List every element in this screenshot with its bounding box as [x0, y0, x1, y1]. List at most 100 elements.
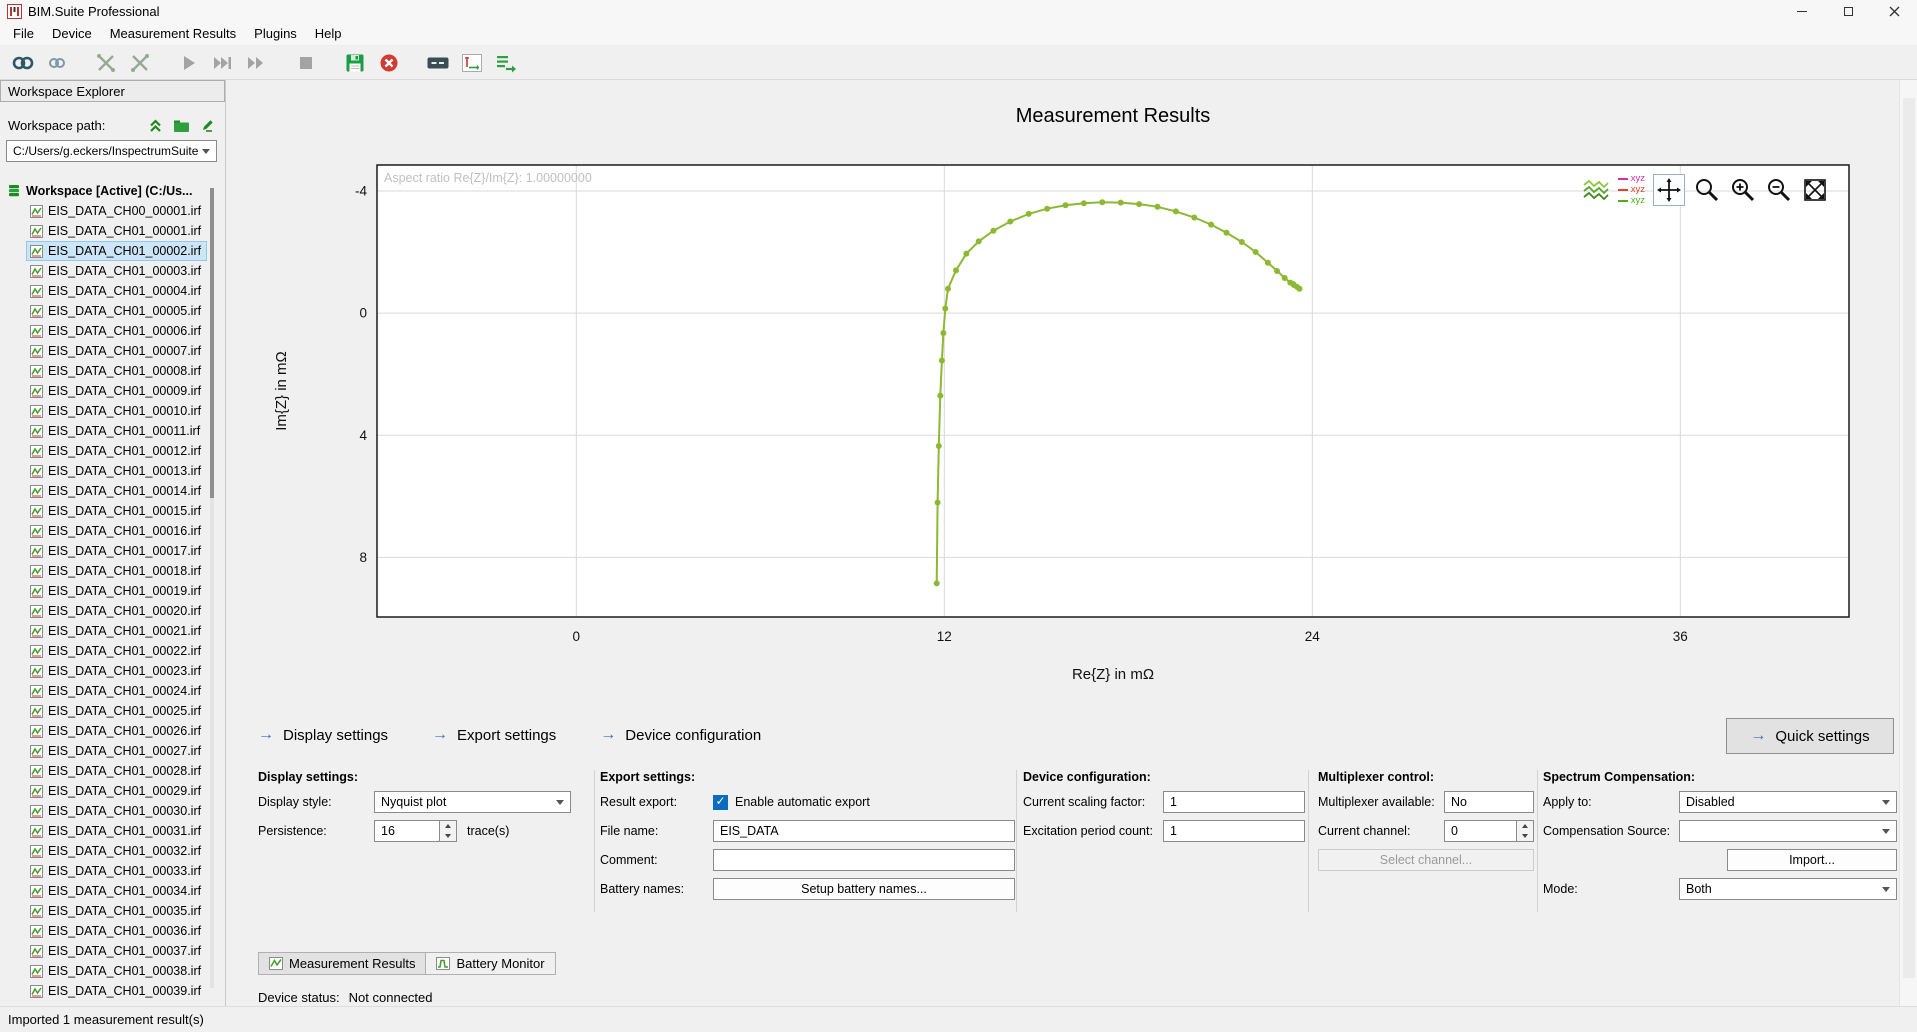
tree-item-result-file[interactable]: EIS_DATA_CH01_00029.irf	[26, 781, 207, 801]
tree-item-result-file[interactable]: EIS_DATA_CH01_00035.irf	[26, 901, 207, 921]
persistence-stepper[interactable]: 16	[374, 820, 457, 842]
tree-item-result-file[interactable]: EIS_DATA_CH01_00012.irf	[26, 441, 207, 461]
tree-item-result-file[interactable]: EIS_DATA_CH01_00010.irf	[26, 401, 207, 421]
minimize-button[interactable]	[1779, 0, 1825, 22]
tree-item-result-file[interactable]: EIS_DATA_CH01_00011.irf	[26, 421, 207, 441]
spin-up-icon[interactable]	[1517, 821, 1533, 831]
workspace-open-folder-icon[interactable]	[173, 119, 190, 133]
tree-item-result-file[interactable]: EIS_DATA_CH01_00030.irf	[26, 801, 207, 821]
tree-item-result-file[interactable]: EIS_DATA_CH01_00034.irf	[26, 881, 207, 901]
menu-item[interactable]: File	[4, 23, 43, 44]
tree-item-result-file[interactable]: EIS_DATA_CH01_00015.irf	[26, 501, 207, 521]
automatic-export-checkbox[interactable]	[713, 795, 728, 810]
menu-item[interactable]: Device	[43, 23, 101, 44]
device-connect-button[interactable]	[8, 48, 37, 77]
workspace-path-select[interactable]: C:/Users/g.eckers/InspectrumSuite	[6, 140, 217, 162]
pan-button[interactable]	[1653, 174, 1685, 206]
tree-item-result-file[interactable]: EIS_DATA_CH01_00001.irf	[26, 221, 207, 241]
workspace-edit-icon[interactable]	[200, 118, 215, 133]
tree-item-result-file[interactable]: EIS_DATA_CH01_00002.irf	[26, 241, 207, 261]
sidebar-scrollbar-thumb[interactable]	[210, 188, 214, 498]
file-name-input[interactable]: EIS_DATA	[713, 820, 1015, 842]
select-channel-button[interactable]: Select channel...	[1318, 849, 1534, 871]
traces-icon[interactable]	[1582, 178, 1610, 202]
display-style-select[interactable]: Nyquist plot	[374, 791, 571, 813]
tree-item-result-file[interactable]: EIS_DATA_CH01_00037.irf	[26, 941, 207, 961]
tree-item-result-file[interactable]: EIS_DATA_CH01_00038.irf	[26, 961, 207, 981]
settings-link[interactable]: → Export settings	[432, 726, 556, 744]
current-channel-stepper[interactable]: 0	[1444, 820, 1534, 842]
excitation-period-count-input[interactable]: 1	[1163, 820, 1305, 842]
export-data-button[interactable]	[491, 48, 520, 77]
tree-item-result-file[interactable]: EIS_DATA_CH01_00013.irf	[26, 461, 207, 481]
menu-item[interactable]: Measurement Results	[101, 23, 245, 44]
zoom-out-button[interactable]	[1765, 176, 1793, 204]
setup-battery-names-button[interactable]: Setup battery names...	[713, 878, 1015, 900]
zoom-in-button[interactable]	[1729, 176, 1757, 204]
tree-item-result-file[interactable]: EIS_DATA_CH01_00039.irf	[26, 981, 207, 1001]
tree-item-result-file[interactable]: EIS_DATA_CH01_00023.irf	[26, 661, 207, 681]
measurement-disconnect-button[interactable]	[125, 48, 154, 77]
tree-item-result-file[interactable]: EIS_DATA_CH01_00007.irf	[26, 341, 207, 361]
tree-item-result-file[interactable]: EIS_DATA_CH01_00003.irf	[26, 261, 207, 281]
comment-input[interactable]	[713, 849, 1015, 871]
tree-item-result-file[interactable]: EIS_DATA_CH01_00019.irf	[26, 581, 207, 601]
tree-item-result-file[interactable]: EIS_DATA_CH01_00020.irf	[26, 601, 207, 621]
workspace-up-icon[interactable]	[148, 118, 163, 133]
spin-up-icon[interactable]	[440, 821, 456, 831]
tree-item-result-file[interactable]: EIS_DATA_CH01_00031.irf	[26, 821, 207, 841]
tab-battery-monitor[interactable]: Battery Monitor	[425, 952, 555, 975]
workspace-root-node[interactable]: Workspace [Active] (C:/Us...	[8, 180, 225, 201]
stop-measurement-button[interactable]	[291, 48, 320, 77]
compensation-source-select[interactable]	[1679, 820, 1897, 842]
multiplexer-available-field[interactable]: No	[1444, 791, 1534, 813]
settings-link[interactable]: → Display settings	[258, 726, 388, 744]
save-results-button[interactable]	[340, 48, 369, 77]
tree-item-result-file[interactable]: EIS_DATA_CH01_00006.irf	[26, 321, 207, 341]
workspace-explorer-header[interactable]: Workspace Explorer	[0, 80, 225, 102]
device-disconnect-button[interactable]	[91, 48, 120, 77]
tab-measurement-results[interactable]: Measurement Results	[258, 952, 426, 975]
nyquist-plot[interactable]: 0122436-4048Aspect ratio Re{Z}/Im{Z}: 1.…	[246, 155, 1917, 700]
spin-down-icon[interactable]	[1517, 831, 1533, 841]
tree-item-result-file[interactable]: EIS_DATA_CH01_00018.irf	[26, 561, 207, 581]
tree-item-result-file[interactable]: EIS_DATA_CH01_00022.irf	[26, 641, 207, 661]
tree-item-result-file[interactable]: EIS_DATA_CH01_00005.irf	[26, 301, 207, 321]
tree-item-result-file[interactable]: EIS_DATA_CH01_00016.irf	[26, 521, 207, 541]
quick-settings-button[interactable]: → Quick settings	[1726, 718, 1894, 754]
sidebar-scrollbar[interactable]	[210, 188, 214, 988]
current-scaling-factor-input[interactable]: 1	[1163, 791, 1305, 813]
maximize-button[interactable]	[1825, 0, 1871, 22]
tree-item-result-file[interactable]: EIS_DATA_CH01_00021.irf	[26, 621, 207, 641]
start-measurement-button[interactable]	[174, 48, 203, 77]
tree-item-result-file[interactable]: EIS_DATA_CH01_00033.irf	[26, 861, 207, 881]
display-panel-button[interactable]	[423, 48, 452, 77]
spin-down-icon[interactable]	[440, 831, 456, 841]
close-button[interactable]	[1871, 0, 1917, 22]
zoom-window-button[interactable]	[1693, 176, 1721, 204]
tree-item-result-file[interactable]: EIS_DATA_CH01_00024.irf	[26, 681, 207, 701]
axis-format-button[interactable]	[457, 48, 486, 77]
tree-item-result-file[interactable]: EIS_DATA_CH01_00032.irf	[26, 841, 207, 861]
main-scrollbar[interactable]	[1899, 80, 1917, 1006]
menu-item[interactable]: Help	[306, 23, 351, 44]
tree-item-result-file[interactable]: EIS_DATA_CH01_00004.irf	[26, 281, 207, 301]
tree-item-result-file[interactable]: EIS_DATA_CH01_00017.irf	[26, 541, 207, 561]
tree-item-result-file[interactable]: EIS_DATA_CH01_00028.irf	[26, 761, 207, 781]
tree-item-result-file[interactable]: EIS_DATA_CH01_00025.irf	[26, 701, 207, 721]
settings-link[interactable]: → Device configuration	[600, 726, 761, 744]
zoom-fit-button[interactable]	[1801, 176, 1829, 204]
import-button[interactable]: Import...	[1727, 849, 1897, 871]
tree-item-result-file[interactable]: EIS_DATA_CH01_00014.irf	[26, 481, 207, 501]
tree-item-result-file[interactable]: EIS_DATA_CH01_00008.irf	[26, 361, 207, 381]
tree-item-result-file[interactable]: EIS_DATA_CH01_00036.irf	[26, 921, 207, 941]
fast-forward-button[interactable]	[242, 48, 271, 77]
device-connect-alt-button[interactable]	[42, 48, 71, 77]
tree-item-result-file[interactable]: EIS_DATA_CH01_00027.irf	[26, 741, 207, 761]
skip-to-end-button[interactable]	[208, 48, 237, 77]
tree-item-result-file[interactable]: EIS_DATA_CH01_00026.irf	[26, 721, 207, 741]
tree-item-result-file[interactable]: EIS_DATA_CH01_00009.irf	[26, 381, 207, 401]
apply-to-select[interactable]: Disabled	[1679, 791, 1897, 813]
tree-item-result-file[interactable]: EIS_DATA_CH00_00001.irf	[26, 201, 207, 221]
main-scrollbar-thumb[interactable]	[1903, 98, 1915, 978]
